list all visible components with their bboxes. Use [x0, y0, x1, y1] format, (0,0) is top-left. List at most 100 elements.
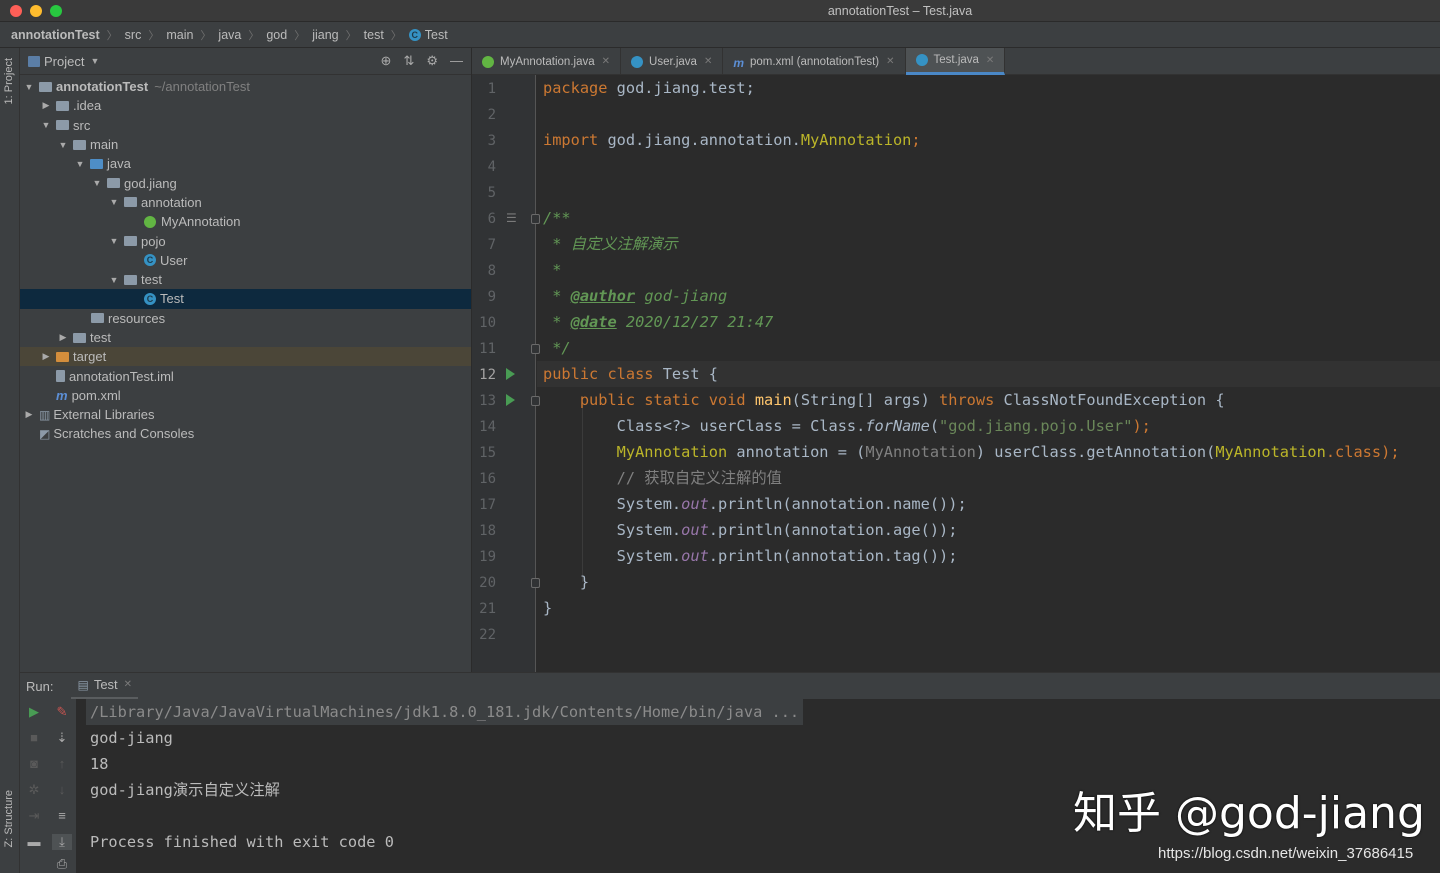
chevron-down-icon[interactable]: ▼	[23, 82, 35, 92]
close-icon[interactable]: ✕	[986, 55, 994, 66]
chevron-right-icon[interactable]: ▶	[57, 332, 69, 343]
chevron-right-icon: 〉	[148, 29, 160, 42]
close-icon[interactable]: ✕	[704, 56, 712, 67]
soft-wrap-icon[interactable]: ≡	[52, 808, 72, 823]
tree-item-scratches[interactable]: ◩ Scratches and Consoles	[20, 424, 471, 443]
tab-label: Test.java	[933, 54, 979, 66]
resources-folder-icon	[91, 313, 104, 324]
tree-item-user[interactable]: C User	[20, 251, 471, 270]
breadcrumb-class[interactable]: C Test	[408, 28, 448, 42]
down-arrow-icon[interactable]: ↓	[52, 782, 72, 797]
fold-icon[interactable]	[531, 344, 540, 354]
tree-item-resources[interactable]: resources	[20, 309, 471, 328]
chevron-right-icon: 〉	[106, 29, 118, 42]
breadcrumb-project[interactable]: annotationTest	[11, 28, 100, 42]
title-bar: annotationTest – Test.java	[0, 0, 1440, 22]
chevron-down-icon[interactable]: ▼	[108, 236, 120, 246]
project-panel-title[interactable]: Project	[44, 54, 84, 69]
tree-item-pom[interactable]: m pom.xml	[20, 386, 471, 405]
print-icon[interactable]: ⎙	[52, 856, 72, 872]
tree-item-target[interactable]: ▶ target	[20, 347, 471, 367]
tree-item-src[interactable]: ▼ src	[20, 116, 471, 135]
code-line: *	[543, 261, 562, 279]
tree-item-iml[interactable]: annotationTest.iml	[20, 366, 471, 385]
tree-item-label: main	[90, 137, 119, 153]
fold-icon[interactable]	[531, 214, 540, 224]
run-main-icon[interactable]	[506, 394, 515, 406]
settings-icon[interactable]: ✲	[24, 782, 44, 798]
line-number: 8	[487, 263, 496, 279]
breadcrumb-src[interactable]: src	[125, 28, 142, 42]
breadcrumb: annotationTest 〉 src 〉 main 〉 java 〉 god…	[0, 22, 1440, 48]
tree-item-myannotation[interactable]: MyAnnotation	[20, 212, 471, 231]
chevron-right-icon[interactable]: ▶	[40, 100, 52, 111]
close-icon[interactable]: ✕	[886, 56, 894, 67]
tab-pom[interactable]: m pom.xml (annotationTest) ✕	[723, 48, 906, 75]
chevron-down-icon[interactable]: ▼	[90, 56, 99, 66]
chevron-down-icon[interactable]: ▼	[74, 159, 86, 169]
sort-icon[interactable]: ⇣	[52, 730, 72, 746]
code-line: Class<?> userClass = Class.forName("god.…	[543, 417, 1151, 435]
chevron-down-icon[interactable]: ▼	[108, 275, 120, 285]
structure-tool-button[interactable]: Z: Structure	[3, 790, 15, 847]
chevron-down-icon[interactable]: ▼	[57, 140, 69, 150]
hide-panel-icon[interactable]: —	[450, 53, 463, 69]
tree-item-label: annotation	[141, 194, 202, 210]
tab-myannotation[interactable]: MyAnnotation.java ✕	[472, 48, 622, 75]
close-icon[interactable]: ✕	[602, 56, 610, 67]
breadcrumb-god[interactable]: god	[266, 28, 287, 42]
code-line: public static void main(String[] args) t…	[543, 391, 1225, 409]
close-icon[interactable]: ✕	[124, 679, 132, 690]
tree-item-test-folder[interactable]: ▶ test	[20, 328, 471, 347]
stop-icon[interactable]: ■	[24, 730, 44, 745]
clear-icon[interactable]: ✎	[52, 704, 72, 720]
tree-item-java[interactable]: ▼ java	[20, 154, 471, 173]
code-editor[interactable]: 1 2 3 4 5 6 7 8 9 10 11 12 13 14 15 16 1…	[472, 75, 1440, 672]
exit-icon[interactable]: ⇥	[24, 808, 44, 824]
tab-test[interactable]: Test.java ✕	[905, 48, 1006, 75]
collapse-all-icon[interactable]: ⇅	[403, 53, 414, 69]
tree-item-annotation[interactable]: ▼ annotation	[20, 193, 471, 212]
doc-render-icon[interactable]: ☰	[506, 211, 517, 225]
tree-item-label: Test	[160, 291, 184, 307]
run-toolbar: ▶ ✎ ■ ⇣ ◙ ↑ ✲ ↓ ⇥ ≡ ▬ ⤓ ⎙	[20, 699, 76, 873]
tree-item-idea[interactable]: ▶ .idea	[20, 96, 471, 115]
code-line: import god.jiang.annotation.MyAnnotation…	[543, 131, 921, 149]
gear-icon[interactable]: ⚙	[426, 53, 438, 69]
tree-item-god-jiang[interactable]: ▼ god.jiang	[20, 173, 471, 192]
breadcrumb-test[interactable]: test	[364, 28, 384, 42]
tree-item-pojo[interactable]: ▼ pojo	[20, 231, 471, 250]
chevron-right-icon[interactable]: ▶	[40, 351, 52, 362]
chevron-right-icon[interactable]: ▶	[23, 409, 35, 420]
fold-icon[interactable]	[531, 578, 540, 588]
locate-icon[interactable]: ⊕	[381, 53, 392, 69]
ide-window: annotationTest – Test.java annotationTes…	[0, 0, 1440, 873]
run-tab-test[interactable]: ▤ Test ✕	[71, 673, 139, 700]
breadcrumb-jiang[interactable]: jiang	[312, 28, 338, 42]
rerun-icon[interactable]: ▶	[24, 704, 44, 720]
tree-item-label: External Libraries	[53, 407, 155, 423]
up-arrow-icon[interactable]: ↑	[52, 756, 72, 771]
chevron-down-icon[interactable]: ▼	[91, 178, 103, 188]
layout-icon[interactable]: ▬	[24, 834, 44, 849]
console-command-line[interactable]: /Library/Java/JavaVirtualMachines/jdk1.8…	[86, 699, 804, 725]
chevron-right-icon: 〉	[390, 29, 402, 42]
tree-item-test-package[interactable]: ▼ test	[20, 270, 471, 289]
run-panel-header: Run: ▤ Test ✕	[20, 672, 1440, 700]
scroll-to-end-icon[interactable]: ⤓	[52, 834, 72, 850]
tree-item-annotationtest[interactable]: ▼ annotationTest ~/annotationTest	[20, 77, 471, 96]
tab-user[interactable]: User.java ✕	[621, 48, 724, 75]
project-tool-button[interactable]: 1: Project	[3, 58, 15, 104]
breadcrumb-java[interactable]: java	[218, 28, 241, 42]
chevron-down-icon[interactable]: ▼	[108, 197, 120, 207]
tree-item-test-class[interactable]: C Test	[20, 289, 471, 309]
tree-item-main[interactable]: ▼ main	[20, 135, 471, 154]
tree-item-label: pojo	[141, 233, 166, 249]
camera-icon[interactable]: ◙	[24, 756, 44, 771]
chevron-down-icon[interactable]: ▼	[40, 120, 52, 130]
breadcrumb-main[interactable]: main	[166, 28, 193, 42]
fold-icon[interactable]	[531, 396, 540, 406]
run-class-icon[interactable]	[506, 368, 515, 380]
annotation-icon	[482, 55, 494, 68]
tree-item-external-libraries[interactable]: ▶ ▥ External Libraries	[20, 405, 471, 424]
